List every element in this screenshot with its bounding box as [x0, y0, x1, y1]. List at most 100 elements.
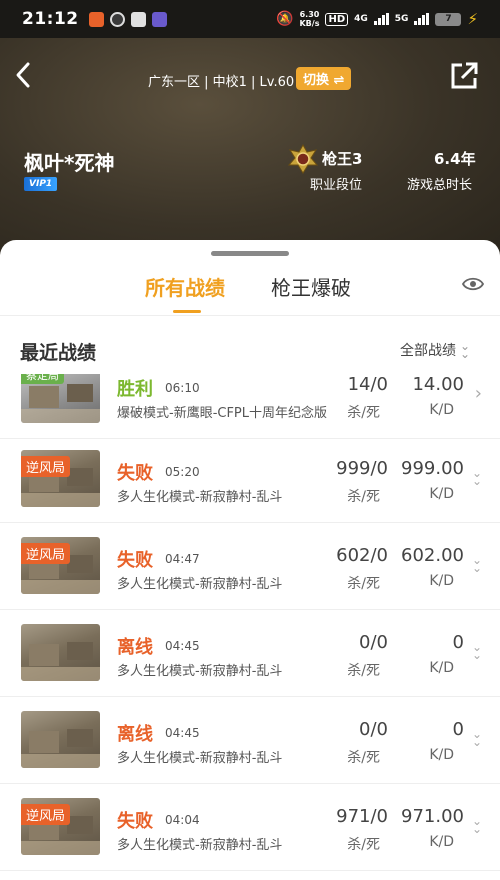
- kd-value: 0: [452, 632, 464, 653]
- network-speed: 6.30 KB/s: [299, 10, 320, 28]
- status-right: 🔕 6.30 KB/s HD 4G 5G 7 ⚡: [276, 10, 478, 28]
- match-tag-badge: 蔡定局: [21, 374, 64, 384]
- server-rank-level: 广东一区 | 中校1 | Lv.60: [148, 75, 295, 90]
- signal-icon: [373, 13, 389, 25]
- hd-badge: HD: [325, 12, 349, 26]
- vip-badge: VIP1: [24, 177, 58, 191]
- records-sheet: 所有战绩 枪王爆破 最近战绩 全部战绩 ⌄ ⌄ 蔡定局胜利 06:10 爆破模式-新鹰…: [0, 240, 500, 880]
- kd-value: 0: [452, 719, 464, 740]
- section-title: 最近战绩: [20, 342, 97, 364]
- kill-death-label: 杀/死: [347, 576, 380, 592]
- tab-all-records[interactable]: 所有战绩: [145, 272, 225, 301]
- kd-value: 602.00: [401, 545, 464, 566]
- battery-icon: 7: [435, 12, 462, 26]
- kill-death-count: 0/0: [359, 719, 388, 740]
- match-time: 04:45: [165, 639, 200, 653]
- filter-label: 全部战绩: [400, 343, 456, 359]
- map-thumbnail: [21, 624, 100, 681]
- mute-bell-icon: 🔕: [276, 11, 294, 27]
- match-mode-map: 爆破模式-新鹰眼-CFPL十周年纪念版: [117, 406, 328, 421]
- match-mode-map: 多人生化模式-新寂静村-乱斗: [117, 751, 283, 766]
- match-time: 05:20: [165, 465, 200, 479]
- match-row[interactable]: 离线 04:45 多人生化模式-新寂静村-乱斗 0/0 杀/死 0 K/D ⌄ ⌄: [0, 697, 500, 784]
- switch-button[interactable]: 切换 ⇌: [296, 67, 352, 90]
- status-bar: 21:12 🔕 6.30 KB/s HD 4G 5G 7 ⚡: [0, 0, 500, 38]
- divider: [0, 315, 500, 316]
- match-time: 04:47: [165, 552, 200, 566]
- net1-label: 4G: [354, 14, 368, 24]
- kill-death-label: 杀/死: [347, 750, 380, 766]
- kd-label: K/D: [429, 486, 454, 502]
- charging-icon: ⚡: [467, 10, 478, 28]
- kill-death-count: 999/0: [336, 458, 388, 479]
- kill-death-label: 杀/死: [347, 489, 380, 505]
- app-notification-icon: [88, 11, 104, 27]
- match-mode-map: 多人生化模式-新寂静村-乱斗: [117, 577, 283, 592]
- kill-death-label: 杀/死: [347, 663, 380, 679]
- status-time: 21:12: [22, 9, 79, 29]
- match-result: 胜利: [117, 379, 153, 400]
- match-row[interactable]: 逆风局 失败 05:20 多人生化模式-新寂静村-乱斗 999/0 杀/死 999.00 K/…: [0, 436, 500, 523]
- back-arrow-icon[interactable]: [10, 58, 40, 92]
- tab-gun-king-demolition[interactable]: 枪王爆破: [271, 272, 351, 301]
- records-filter[interactable]: 全部战绩 ⌄ ⌄: [400, 340, 470, 360]
- match-result: 失败: [117, 550, 153, 571]
- map-thumbnail: [21, 711, 100, 768]
- expand-chevron-icon[interactable]: ⌄ ⌄: [472, 554, 482, 574]
- kd-label: K/D: [429, 402, 454, 418]
- eye-icon[interactable]: [462, 276, 484, 292]
- play-time-value: 6.4年: [434, 150, 476, 168]
- expand-chevron-icon[interactable]: ⌄ ⌄: [472, 728, 482, 748]
- rank-label: 职业段位: [310, 178, 363, 193]
- app-notification-icon: [109, 11, 125, 27]
- kd-label: K/D: [429, 660, 454, 676]
- match-tag-badge: 逆风局: [21, 543, 71, 564]
- match-row[interactable]: 逆风局 失败 04:04 多人生化模式-新寂静村-乱斗 971/0 杀/死 971.00 K/…: [0, 784, 500, 871]
- drag-handle[interactable]: [211, 251, 289, 256]
- double-chevron-down-icon: ⌄ ⌄: [460, 339, 471, 361]
- rank-name: 枪王3: [322, 150, 363, 168]
- kd-value: 971.00: [401, 806, 464, 827]
- match-row[interactable]: 离线 04:45 多人生化模式-新寂静村-乱斗 0/0 杀/死 0 K/D ⌄ ⌄: [0, 610, 500, 697]
- kd-label: K/D: [429, 834, 454, 850]
- kill-death-count: 14/0: [347, 374, 388, 395]
- signal-icon: [414, 13, 430, 25]
- share-icon[interactable]: [448, 60, 480, 92]
- kill-death-count: 0/0: [359, 632, 388, 653]
- qq-icon: [130, 11, 146, 27]
- kd-label: K/D: [429, 747, 454, 763]
- match-time: 04:45: [165, 726, 200, 740]
- match-row[interactable]: 蔡定局胜利 06:10 爆破模式-新鹰眼-CFPL十周年纪念版 14/0 杀/死 14.0…: [0, 374, 500, 439]
- match-result: 离线: [117, 637, 153, 658]
- kill-death-count: 602/0: [336, 545, 388, 566]
- kill-death-count: 971/0: [336, 806, 388, 827]
- match-mode-map: 多人生化模式-新寂静村-乱斗: [117, 838, 283, 853]
- kill-death-label: 杀/死: [347, 837, 380, 853]
- kd-value: 14.00: [412, 374, 464, 395]
- expand-chevron-icon[interactable]: ⌄ ⌄: [472, 641, 482, 661]
- match-time: 06:10: [165, 381, 200, 395]
- expand-chevron-icon[interactable]: ⌄ ⌄: [472, 467, 482, 487]
- rank-emblem-icon: [288, 144, 318, 174]
- match-mode-map: 多人生化模式-新寂静村-乱斗: [117, 490, 283, 505]
- kill-death-label: 杀/死: [347, 405, 380, 421]
- kd-value: 999.00: [401, 458, 464, 479]
- status-app-icons: [88, 11, 167, 27]
- match-tag-badge: 逆风局: [21, 456, 71, 477]
- match-time: 04:04: [165, 813, 200, 827]
- match-result: 离线: [117, 724, 153, 745]
- play-time-label: 游戏总时长: [407, 178, 473, 193]
- match-tag-badge: 逆风局: [21, 804, 71, 825]
- match-result: 失败: [117, 811, 153, 832]
- match-list: 蔡定局胜利 06:10 爆破模式-新鹰眼-CFPL十周年纪念版 14/0 杀/死 14.0…: [0, 374, 500, 880]
- match-row[interactable]: 逆风局 失败 04:47 多人生化模式-新寂静村-乱斗 602/0 杀/死 602.00 K/…: [0, 523, 500, 610]
- app-notification-icon: [151, 11, 167, 27]
- match-result: 失败: [117, 463, 153, 484]
- expand-chevron-icon[interactable]: ›: [475, 385, 482, 403]
- expand-chevron-icon[interactable]: ⌄ ⌄: [472, 815, 482, 835]
- active-tab-indicator: [173, 310, 201, 313]
- player-name: 枫叶*死神: [24, 151, 115, 175]
- kd-label: K/D: [429, 573, 454, 589]
- net2-label: 5G: [394, 14, 409, 24]
- match-mode-map: 多人生化模式-新寂静村-乱斗: [117, 664, 283, 679]
